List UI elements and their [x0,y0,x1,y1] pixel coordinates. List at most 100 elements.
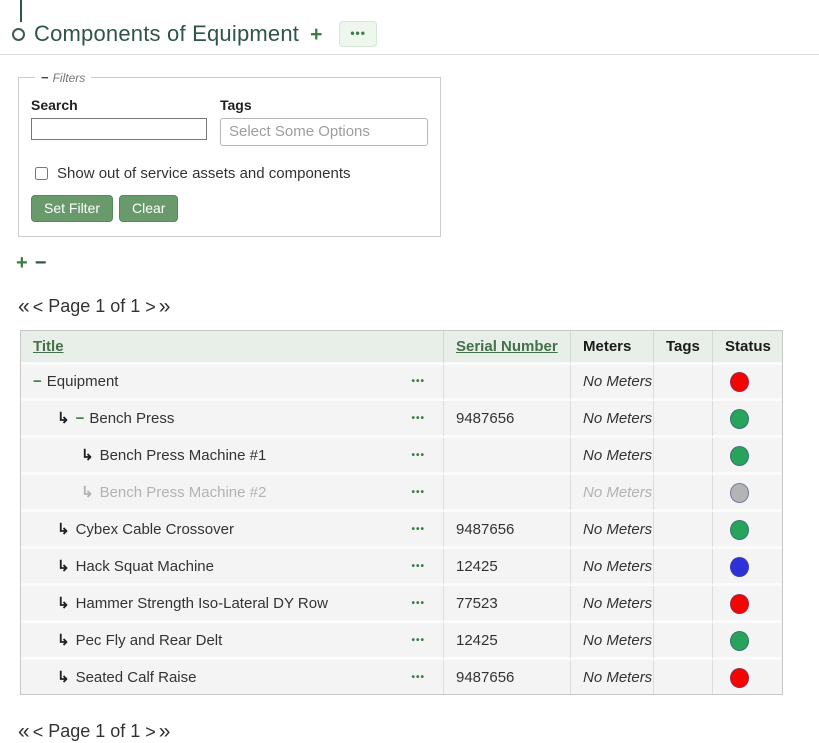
first-page-button[interactable]: « [18,296,30,317]
status-indicator [730,409,749,429]
column-header-title[interactable]: Title [21,331,444,365]
filters-legend-label: Filters [53,71,86,85]
tags-label: Tags [220,97,428,113]
row-title[interactable]: Hack Squat Machine [76,558,214,575]
tree-arrow-icon: ↳ [57,631,70,649]
status-indicator [730,557,749,577]
tags-cell [654,586,713,623]
row-menu-button[interactable]: ••• [411,450,431,461]
collapse-all-icon[interactable]: − [35,253,47,273]
table-row: ↳ Bench Press Machine #1 ••• No Meters [21,438,782,475]
previous-page-button[interactable]: < [33,723,44,741]
meters-cell: No Meters [571,549,654,586]
tree-arrow-icon: ↳ [57,520,70,538]
tree-arrow-icon: ↳ [81,446,94,464]
serial-number-cell: 9487656 [444,660,571,694]
table-row: ↳ − Bench Press ••• 9487656 No Meters [21,401,782,438]
serial-number-cell: 12425 [444,549,571,586]
row-menu-button[interactable]: ••• [411,672,431,683]
clear-filter-button[interactable]: Clear [119,195,178,222]
expand-all-icon[interactable]: + [16,253,28,273]
collapse-row-icon[interactable]: − [76,410,85,427]
row-title[interactable]: Hammer Strength Iso-Lateral DY Row [76,595,328,612]
first-page-button[interactable]: « [18,721,30,742]
page-header: Components of Equipment + ••• [0,0,819,55]
row-menu-button[interactable]: ••• [411,635,431,646]
out-of-service-checkbox[interactable] [35,167,48,180]
tags-cell [654,623,713,660]
indent-spacer [33,492,81,493]
more-options-button[interactable]: ••• [339,21,377,47]
status-indicator [730,631,749,651]
row-menu-button[interactable]: ••• [411,561,431,572]
next-page-button[interactable]: > [145,298,156,316]
page-indicator: Page 1 of 1 [48,296,140,317]
row-menu-button[interactable]: ••• [411,487,431,498]
table-header-row: Title Serial Number Meters Tags Status [21,331,782,365]
tags-cell [654,660,713,694]
table-row: ↳ Pec Fly and Rear Delt ••• 12425 No Met… [21,623,782,660]
meters-cell: No Meters [571,438,654,475]
tree-arrow-icon: ↳ [57,594,70,612]
row-title[interactable]: Pec Fly and Rear Delt [76,632,223,649]
indent-spacer [33,455,81,456]
row-title[interactable]: Cybex Cable Crossover [76,521,234,538]
column-header-meters: Meters [571,331,654,365]
filters-legend[interactable]: −Filters [35,70,91,85]
previous-page-button[interactable]: < [33,298,44,316]
row-menu-button[interactable]: ••• [411,524,431,535]
indent-spacer [33,418,57,419]
set-filter-button[interactable]: Set Filter [31,195,113,222]
filters-panel: −Filters Search Tags Select Some Options… [18,70,441,237]
meters-cell: No Meters [571,401,654,438]
collapse-filters-icon[interactable]: − [41,70,49,85]
search-input[interactable] [31,118,207,140]
row-menu-button[interactable]: ••• [411,413,431,424]
tags-field-group: Tags Select Some Options [220,97,428,146]
row-title[interactable]: Seated Calf Raise [76,669,197,686]
tags-cell [654,475,713,512]
indent-spacer [33,640,57,641]
table-row: − Equipment ••• No Meters [21,365,782,401]
tree-controls: + − [16,253,819,273]
column-header-status: Status [713,331,782,365]
table-row: ↳ Hack Squat Machine ••• 12425 No Meters [21,549,782,586]
row-menu-button[interactable]: ••• [411,598,431,609]
row-title[interactable]: Bench Press [89,410,174,427]
serial-number-cell [444,475,571,512]
tree-arrow-icon: ↳ [57,668,70,686]
status-indicator [730,594,749,614]
serial-number-cell [444,438,571,475]
tags-cell [654,438,713,475]
status-indicator [730,483,749,503]
last-page-button[interactable]: » [159,721,171,742]
serial-number-cell [444,365,571,401]
row-menu-button[interactable]: ••• [411,376,431,387]
serial-number-cell: 9487656 [444,401,571,438]
last-page-button[interactable]: » [159,296,171,317]
table-row: ↳ Seated Calf Raise ••• 9487656 No Meter… [21,660,782,694]
tags-cell [654,512,713,549]
out-of-service-checkbox-row[interactable]: Show out of service assets and component… [35,165,428,182]
tree-arrow-icon: ↳ [57,409,70,427]
status-indicator [730,668,749,688]
table-row: ↳ Hammer Strength Iso-Lateral DY Row •••… [21,586,782,623]
indent-spacer [33,529,57,530]
pagination-bottom: « < Page 1 of 1 > » [18,721,819,742]
meters-cell: No Meters [571,475,654,512]
tags-cell [654,549,713,586]
row-title[interactable]: Equipment [47,373,119,390]
tags-select[interactable]: Select Some Options [220,118,428,146]
row-title[interactable]: Bench Press Machine #2 [100,484,267,501]
serial-number-cell: 77523 [444,586,571,623]
row-title[interactable]: Bench Press Machine #1 [100,447,267,464]
column-header-serial-number[interactable]: Serial Number [444,331,571,365]
indent-spacer [33,603,57,604]
add-component-button[interactable]: + [308,24,324,45]
table-row: ↳ Cybex Cable Crossover ••• 9487656 No M… [21,512,782,549]
status-indicator [730,372,749,392]
tree-arrow-icon: ↳ [81,483,94,501]
next-page-button[interactable]: > [145,723,156,741]
collapse-row-icon[interactable]: − [33,373,42,390]
tags-cell [654,401,713,438]
